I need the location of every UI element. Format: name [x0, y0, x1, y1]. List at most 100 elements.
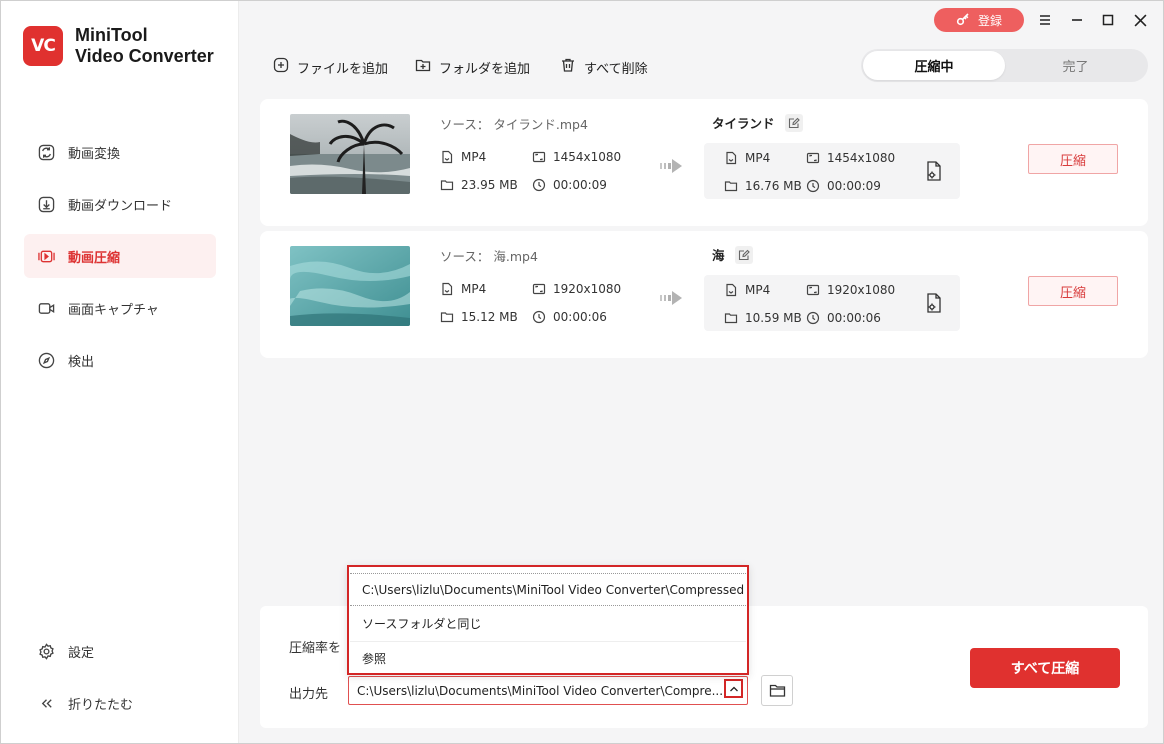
- hamburger-icon[interactable]: [1035, 10, 1055, 30]
- dropdown-option-browse[interactable]: 参照: [350, 641, 746, 674]
- double-chevron-left-icon: [36, 693, 56, 713]
- add-folder-button[interactable]: フォルダを追加: [415, 56, 530, 78]
- resolution-value: 1920x1080: [553, 282, 622, 296]
- add-folder-label: フォルダを追加: [439, 61, 531, 77]
- duration-value: 00:00:09: [553, 178, 607, 192]
- output-name: タイランド: [712, 116, 775, 131]
- file-settings-icon[interactable]: [924, 160, 944, 182]
- source-resolution: 1920x1080: [532, 282, 621, 296]
- source-name: 海.mp4: [493, 249, 538, 264]
- output-resolution: 1920x1080: [806, 283, 895, 297]
- dropdown-option-source-folder[interactable]: ソースフォルダと同じ: [350, 607, 746, 640]
- tab-done[interactable]: 完了: [1005, 51, 1146, 80]
- app-window: VC MiniTool Video Converter 動画変換 動画ダウンロー…: [0, 0, 1164, 744]
- tab-compressing[interactable]: 圧縮中: [863, 51, 1005, 80]
- source-size: 23.95 MB: [440, 178, 518, 192]
- compress-icon: [36, 246, 56, 266]
- sidebar-item-label: 動画変換: [68, 146, 121, 162]
- duration-value: 00:00:09: [827, 179, 881, 193]
- sidebar-item-capture[interactable]: 画面キャプチャ: [24, 286, 216, 330]
- format-value: MP4: [745, 283, 771, 297]
- sidebar-item-convert[interactable]: 動画変換: [24, 130, 216, 174]
- app-logo: VC: [23, 26, 63, 66]
- sidebar-item-compress[interactable]: 動画圧縮: [24, 234, 216, 278]
- source-resolution: 1454x1080: [532, 150, 621, 164]
- file-format-icon: [726, 283, 737, 297]
- output-path-dropdown: C:\Users\lizlu\Documents\MiniTool Video …: [347, 565, 749, 675]
- app-name-line2: Video Converter: [75, 46, 214, 66]
- sidebar-item-download[interactable]: 動画ダウンロード: [24, 182, 216, 226]
- resolution-value: 1920x1080: [827, 283, 896, 297]
- add-file-label: ファイルを追加: [297, 61, 389, 77]
- sidebar-item-discover[interactable]: 検出: [24, 338, 216, 382]
- compression-ratio-label: 圧縮率を: [289, 641, 342, 656]
- source-format: MP4: [440, 282, 486, 296]
- resolution-icon: [806, 152, 820, 164]
- file-format-icon: [442, 282, 453, 296]
- file-format-icon: [442, 150, 453, 164]
- edit-icon[interactable]: [784, 113, 803, 132]
- clock-icon: [806, 179, 820, 193]
- file-settings-icon[interactable]: [924, 292, 944, 314]
- size-value: 15.12 MB: [461, 310, 518, 324]
- settings-button[interactable]: 設定: [24, 629, 216, 673]
- output-filename: タイランド: [712, 113, 803, 132]
- compress-all-button[interactable]: すべて圧縮: [970, 648, 1120, 688]
- source-name: タイランド.mp4: [493, 117, 588, 132]
- video-thumbnail[interactable]: [290, 246, 410, 326]
- register-button[interactable]: 登録: [934, 8, 1024, 32]
- folder-icon: [724, 181, 738, 192]
- close-icon[interactable]: [1130, 10, 1150, 30]
- source-format: MP4: [440, 150, 486, 164]
- resolution-icon: [532, 151, 546, 163]
- task-card: ソース： 海.mp4 MP4 1920x1080 15.12 MB 00:00:…: [260, 231, 1148, 358]
- folder-icon: [769, 684, 785, 697]
- output-label: 出力先: [289, 687, 329, 702]
- folder-icon: [440, 312, 454, 323]
- arrow-right-icon: [660, 291, 682, 305]
- output-path-field[interactable]: C:\Users\lizlu\Documents\MiniTool Video …: [348, 676, 748, 705]
- duration-value: 00:00:06: [827, 311, 881, 325]
- sidebar-item-label: 動画圧縮: [68, 250, 121, 266]
- clock-icon: [532, 310, 546, 324]
- sidebar-item-label: 動画ダウンロード: [68, 198, 173, 214]
- video-thumbnail[interactable]: [290, 114, 410, 194]
- task-card: ソース： タイランド.mp4 MP4 1454x1080 23.95 MB 00…: [260, 99, 1148, 226]
- add-file-button[interactable]: ファイルを追加: [273, 56, 388, 78]
- output-resolution: 1454x1080: [806, 151, 895, 165]
- app-name-line1: MiniTool: [75, 25, 148, 45]
- resolution-icon: [532, 283, 546, 295]
- delete-all-label: すべて削除: [584, 61, 648, 77]
- source-duration: 00:00:09: [532, 178, 607, 192]
- sidebar-item-label: 画面キャプチャ: [68, 302, 159, 318]
- source-label: ソース：: [440, 249, 490, 264]
- status-tabs: 圧縮中 完了: [861, 49, 1148, 82]
- resolution-value: 1454x1080: [827, 151, 896, 165]
- source-duration: 00:00:06: [532, 310, 607, 324]
- open-folder-button[interactable]: [761, 675, 793, 706]
- compress-button[interactable]: 圧縮: [1028, 276, 1118, 306]
- collapse-button[interactable]: 折りたたむ: [24, 681, 216, 725]
- chevron-up-icon[interactable]: [724, 679, 743, 698]
- output-duration: 00:00:06: [806, 311, 881, 325]
- source-label: ソース：: [440, 117, 490, 132]
- duration-value: 00:00:06: [553, 310, 607, 324]
- collapse-label: 折りたたむ: [68, 697, 134, 713]
- format-value: MP4: [745, 151, 771, 165]
- folder-icon: [440, 180, 454, 191]
- maximize-icon[interactable]: [1098, 10, 1118, 30]
- delete-all-button[interactable]: すべて削除: [560, 56, 648, 78]
- resolution-value: 1454x1080: [553, 150, 622, 164]
- resolution-icon: [806, 284, 820, 296]
- source-filename: ソース： 海.mp4: [440, 246, 538, 265]
- compress-button[interactable]: 圧縮: [1028, 144, 1118, 174]
- register-label: 登録: [977, 13, 1002, 28]
- source-filename: ソース： タイランド.mp4: [440, 114, 588, 133]
- edit-icon[interactable]: [734, 245, 753, 264]
- size-value: 23.95 MB: [461, 178, 518, 192]
- format-value: MP4: [461, 150, 487, 164]
- key-icon: [956, 12, 970, 29]
- output-name: 海: [712, 248, 725, 263]
- minimize-icon[interactable]: [1067, 10, 1087, 30]
- dropdown-option-default-path[interactable]: C:\Users\lizlu\Documents\MiniTool Video …: [350, 573, 746, 606]
